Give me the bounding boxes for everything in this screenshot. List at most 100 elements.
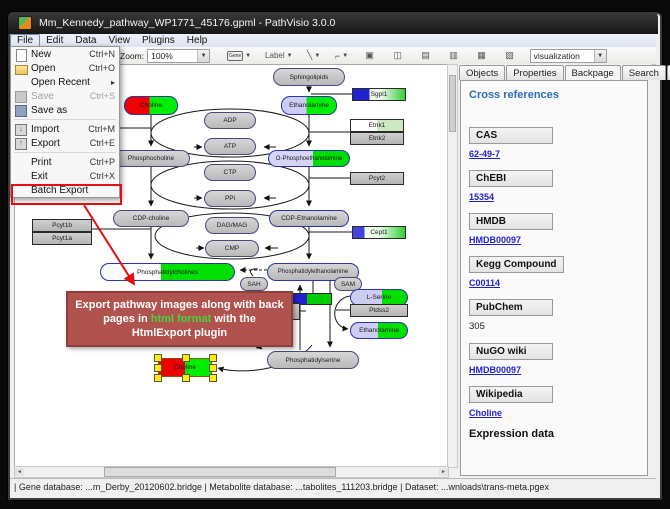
save-as-icon [14, 105, 27, 116]
new-label-button[interactable]: Label ▼ [262, 48, 296, 63]
node-sah[interactable]: SAH [240, 277, 268, 291]
align-left-button[interactable]: ▦ [472, 48, 492, 63]
menu-item-import[interactable]: ↓ImportCtrl+M [11, 122, 119, 136]
tab-backpage[interactable]: Backpage [565, 65, 621, 80]
crossref-link[interactable]: 15354 [469, 192, 647, 202]
menu-edit[interactable]: Edit [40, 35, 69, 47]
node-sphingolipids[interactable]: Sphingolipids [273, 68, 345, 86]
node-etnk1[interactable]: Etnk1 [350, 119, 404, 132]
node-label: CDP-Ethanolamine [281, 215, 337, 222]
menu-item-export[interactable]: ↑ExportCtrl+E [11, 136, 119, 150]
menu-data[interactable]: Data [69, 35, 102, 47]
line-tool-button[interactable]: ╲ ▼ [304, 48, 324, 63]
zoom-combobox[interactable]: 100% ▼ [147, 49, 210, 63]
node-etnk2[interactable]: Etnk2 [350, 132, 404, 145]
status-bar: | Gene database: ...m_Derby_20120602.bri… [10, 478, 656, 494]
node-cept1[interactable]: Cept1 [352, 226, 406, 239]
node-ppi[interactable]: PPi [204, 190, 256, 207]
selection-handle[interactable] [154, 364, 162, 372]
side-panel: Objects Properties Backpage Search Legen… [458, 64, 652, 478]
menu-item-save-as[interactable]: Save as [11, 103, 119, 117]
node-label: Sphingolipids [290, 74, 329, 81]
align-center-button[interactable]: ▣ [360, 48, 380, 63]
chevron-down-icon[interactable]: ▼ [594, 50, 606, 62]
menu-item-exit[interactable]: ExitCtrl+X [11, 169, 119, 183]
crossref-db-name: PubChem [469, 299, 553, 316]
menu-view[interactable]: View [102, 35, 136, 47]
scroll-right-icon[interactable]: ► [439, 468, 448, 476]
node-cdp-ethanolamine[interactable]: CDP-Ethanolamine [269, 210, 349, 227]
chevron-down-icon[interactable]: ▼ [197, 50, 209, 62]
canvas-horizontal-scrollbar[interactable]: ◄ ► [14, 466, 449, 478]
scrollbar-thumb[interactable] [449, 75, 456, 132]
node-label: Phosphatidylcholines [137, 269, 198, 276]
menu-plugins[interactable]: Plugins [136, 35, 181, 47]
tab-objects[interactable]: Objects [459, 65, 505, 80]
node-ptdss2[interactable]: Ptdss2 [350, 304, 408, 317]
connector-tool-button[interactable]: ⌐ ▼ [332, 48, 352, 63]
crossref-link[interactable]: HMDB00097 [469, 235, 647, 245]
stack-vertical-button[interactable]: ▤ [416, 48, 436, 63]
selection-handle[interactable] [154, 374, 162, 382]
node-label: ADP [223, 117, 236, 124]
menu-help[interactable]: Help [181, 35, 214, 47]
node-phosphatidylserine[interactable]: Phosphatidylserine [267, 351, 359, 369]
node-ctp[interactable]: CTP [204, 164, 256, 181]
node-pcyt1a[interactable]: Pcyt1a [32, 232, 92, 245]
node-cmp[interactable]: CMP [205, 240, 259, 257]
new-gene-button[interactable]: Gene ▼ [224, 48, 254, 63]
selection-handle[interactable] [154, 354, 162, 362]
node-ethanolamine[interactable]: Ethanolamine [281, 96, 337, 115]
crossref-link[interactable]: Choline [469, 408, 647, 418]
chevron-down-icon[interactable]: ▼ [245, 53, 251, 59]
canvas-vertical-scrollbar[interactable] [447, 64, 458, 468]
chevron-down-icon[interactable]: ▼ [314, 53, 320, 59]
node-choline[interactable]: Choline [124, 96, 178, 115]
node-label: Etnk1 [369, 122, 386, 129]
visualization-combobox[interactable]: visualization ▼ [530, 49, 607, 63]
scrollbar-thumb[interactable] [104, 467, 336, 477]
title-bar[interactable]: Mm_Kennedy_pathway_WP1771_45176.gpml - P… [8, 12, 658, 34]
zoom-value: 100% [151, 51, 173, 61]
crossref-link[interactable]: HMDB00097 [469, 365, 647, 375]
chevron-down-icon[interactable]: ▼ [342, 53, 348, 59]
crossref-link[interactable]: 62-49-7 [469, 149, 647, 159]
node-adp[interactable]: ADP [204, 112, 256, 129]
tab-search[interactable]: Search [622, 65, 666, 80]
annotation-line1: Export pathway images along with back [68, 298, 291, 312]
node-phosphatidylcholines[interactable]: Phosphatidylcholines [100, 263, 235, 281]
node-cdp-choline[interactable]: CDP-choline [113, 210, 189, 227]
menu-item-save[interactable]: SaveCtrl+S [11, 89, 119, 103]
node-phosphocholine[interactable]: Phosphocholine [112, 150, 190, 167]
stack-horizontal-icon: ▥ [449, 50, 458, 61]
node-ethanolamine-2[interactable]: Ethanolamine [350, 322, 408, 339]
align-middle-button[interactable]: ◫ [388, 48, 408, 63]
menu-item-new[interactable]: NewCtrl+N [11, 47, 119, 61]
node-label: Etnk2 [369, 135, 386, 142]
node-label: Ethanolamine [359, 327, 399, 334]
scroll-left-icon[interactable]: ◄ [15, 468, 24, 476]
selection-handle[interactable] [209, 364, 217, 372]
node-pcyt2[interactable]: Pcyt2 [350, 172, 404, 185]
selection-handle[interactable] [182, 354, 190, 362]
node-pcyt1b[interactable]: Pcyt1b [32, 219, 92, 232]
node-label: SAH [247, 281, 260, 288]
node-atp[interactable]: ATP [204, 138, 256, 155]
menu-item-open-recent[interactable]: Open Recent [11, 75, 119, 89]
align-top-button[interactable]: ▧ [500, 48, 520, 63]
chevron-down-icon[interactable]: ▼ [287, 53, 293, 59]
crossref-link[interactable]: C00114 [469, 278, 647, 288]
node-dag-mag[interactable]: DAG/MAG [205, 217, 259, 234]
selection-handle[interactable] [182, 374, 190, 382]
selection-handle[interactable] [209, 374, 217, 382]
crossref-db-name: HMDB [469, 213, 553, 230]
tab-properties[interactable]: Properties [506, 65, 563, 80]
stack-horizontal-button[interactable]: ▥ [444, 48, 464, 63]
file-menu-popup: NewCtrl+N OpenCtrl+O Open Recent SaveCtr… [10, 46, 120, 198]
node-sgpl1[interactable]: Sgpl1 [352, 88, 406, 101]
menu-item-open[interactable]: OpenCtrl+O [11, 61, 119, 75]
selection-handle[interactable] [209, 354, 217, 362]
menu-item-print[interactable]: PrintCtrl+P [11, 155, 119, 169]
crossref-db-name: CAS [469, 127, 553, 144]
node-o-phosphoethanolamine[interactable]: O-Phosphoethanolamine [268, 150, 350, 167]
